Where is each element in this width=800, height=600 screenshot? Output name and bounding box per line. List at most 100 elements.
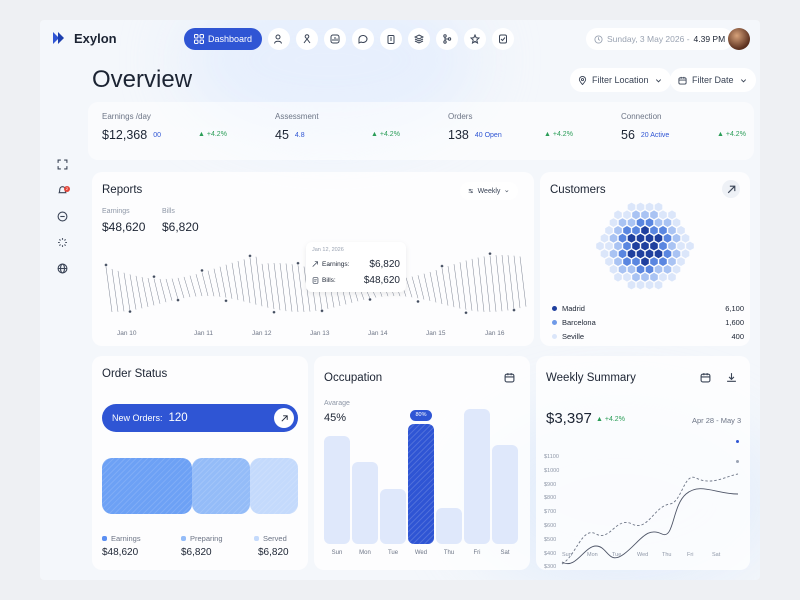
reports-x-label: Jan 11: [194, 330, 214, 337]
hex-cell: [681, 249, 690, 259]
hex-cell: [668, 257, 676, 266]
weekly-series-dashed: [561, 473, 739, 565]
hatch-line: [471, 258, 479, 312]
page-title: Overview: [92, 66, 193, 93]
legend-city: Madrid: [562, 304, 585, 313]
occupation-bar[interactable]: [436, 508, 462, 544]
stat-change-value: +4.2%: [725, 131, 746, 138]
nav-team[interactable]: [296, 28, 319, 50]
tooltip-earnings-row: Earnings: $6,820: [312, 259, 400, 270]
user-avatar[interactable]: [728, 28, 750, 50]
occupation-bar[interactable]: [492, 445, 518, 544]
hex-cell: [600, 249, 609, 259]
hex-cell: [627, 249, 636, 259]
logo-icon: [53, 32, 64, 44]
rail-notifications[interactable]: 2: [54, 184, 70, 196]
customers-open-button[interactable]: [722, 180, 740, 198]
hatch-line: [225, 264, 233, 299]
hex-cell: [677, 241, 685, 251]
rail-fullscreen[interactable]: [54, 158, 70, 170]
reports-data-point: [320, 309, 324, 313]
order-status-title: Order Status: [102, 368, 168, 380]
order-segment-served[interactable]: [250, 458, 298, 514]
nav-chat[interactable]: [352, 28, 375, 50]
stat-sub: 40 Open: [474, 131, 502, 139]
nav-checklist[interactable]: [492, 28, 515, 50]
order-segment-preparing[interactable]: [192, 458, 250, 514]
hex-cell: [641, 257, 649, 266]
clock-icon: [594, 34, 603, 44]
hex-cell: [645, 265, 654, 274]
rail-loading[interactable]: [54, 236, 70, 248]
hex-cell: [654, 202, 663, 212]
reports-data-point: [488, 252, 492, 256]
stat-connection: Connection 56 20 Active ▲ +4.2%: [621, 112, 760, 156]
occupation-bar[interactable]: [464, 409, 490, 544]
hatch-line: [255, 256, 263, 307]
new-orders-arrow-button[interactable]: [274, 408, 294, 428]
hatch-line: [183, 276, 191, 298]
current-date: Sunday, 3 May 2026 -: [607, 34, 690, 44]
app-logo[interactable]: Exylon: [52, 30, 117, 46]
filter-location-button[interactable]: Filter Location: [570, 68, 671, 92]
hex-cell: [686, 241, 694, 251]
occupation-bar[interactable]: [380, 488, 406, 544]
hex-cell: [623, 210, 631, 220]
weekly-x-label: Fri: [687, 552, 694, 558]
app-name: Exylon: [74, 30, 117, 46]
stat-orders: Orders 138 40 Open ▲ +4.2%: [448, 112, 608, 156]
legend-value: 400: [731, 332, 744, 341]
rail-messages[interactable]: [54, 210, 70, 222]
nav-dashboard[interactable]: Dashboard: [184, 28, 263, 50]
order-legend-value: $6,820: [258, 547, 289, 558]
stat-label: Assessment: [275, 112, 319, 121]
weekly-x-label: Thu: [662, 552, 672, 558]
hatch-line: [267, 263, 275, 310]
rail-globe[interactable]: [54, 262, 70, 274]
nav-branch[interactable]: [436, 28, 459, 50]
occupation-bar[interactable]: [352, 461, 378, 544]
hex-cell: [609, 249, 618, 259]
hex-cell: [632, 210, 640, 220]
new-orders-banner[interactable]: New Orders: 120: [102, 404, 298, 432]
layers-icon: [414, 34, 425, 44]
customers-legend-seville: Seville 400: [552, 332, 744, 341]
user-tree-icon: [303, 34, 311, 44]
occupation-calendar-button[interactable]: [500, 368, 518, 386]
occupation-bar[interactable]: [324, 436, 350, 544]
hatch-line: [261, 263, 269, 308]
nav-clipboard[interactable]: [380, 28, 403, 50]
new-orders-label: New Orders:: [112, 413, 163, 423]
hex-cell: [654, 265, 663, 274]
stat-change-value: +4.2%: [379, 131, 400, 138]
occupation-bar[interactable]: [408, 424, 434, 544]
filter-date-button[interactable]: Filter Date: [670, 68, 756, 92]
hex-cell: [645, 249, 654, 259]
hatch-line: [153, 278, 161, 304]
date-time-display: Sunday, 3 May 2026 - 4.39 PM: [586, 28, 734, 50]
stat-change: ▲ +4.2%: [371, 131, 400, 138]
stat-value: 45: [275, 128, 289, 142]
weekly-summary-card: Weekly Summary $3,397 ▲ +4.2% Apr 28 - M…: [536, 356, 750, 570]
nav-analytics[interactable]: [324, 28, 347, 50]
hex-cell: [654, 280, 663, 290]
hex-cell: [645, 202, 654, 212]
hex-cell: [672, 265, 681, 274]
order-legend-served: Served: [254, 534, 287, 543]
hatch-line: [483, 256, 491, 313]
nav-favorites[interactable]: [464, 28, 487, 50]
stat-sub: 4.8: [294, 131, 305, 139]
stat-earnings: Earnings /day $12,368 00 ▲ +4.2%: [102, 112, 262, 156]
chat-icon: [358, 34, 368, 44]
hex-cell: [636, 218, 645, 227]
customers-card: Customers Madrid 6,100 Barcelona 1,600 S…: [540, 172, 750, 346]
hatch-line: [441, 268, 449, 306]
nav-users[interactable]: [268, 28, 291, 50]
order-segment-earnings[interactable]: [102, 458, 192, 514]
nav-layers[interactable]: [408, 28, 431, 50]
stat-assessment: Assessment 45 4.8 ▲ +4.2%: [275, 112, 435, 156]
hex-cell: [663, 233, 672, 243]
stat-value: $12,368: [102, 128, 148, 142]
hex-cell: [618, 265, 627, 274]
reports-data-point: [416, 300, 420, 303]
